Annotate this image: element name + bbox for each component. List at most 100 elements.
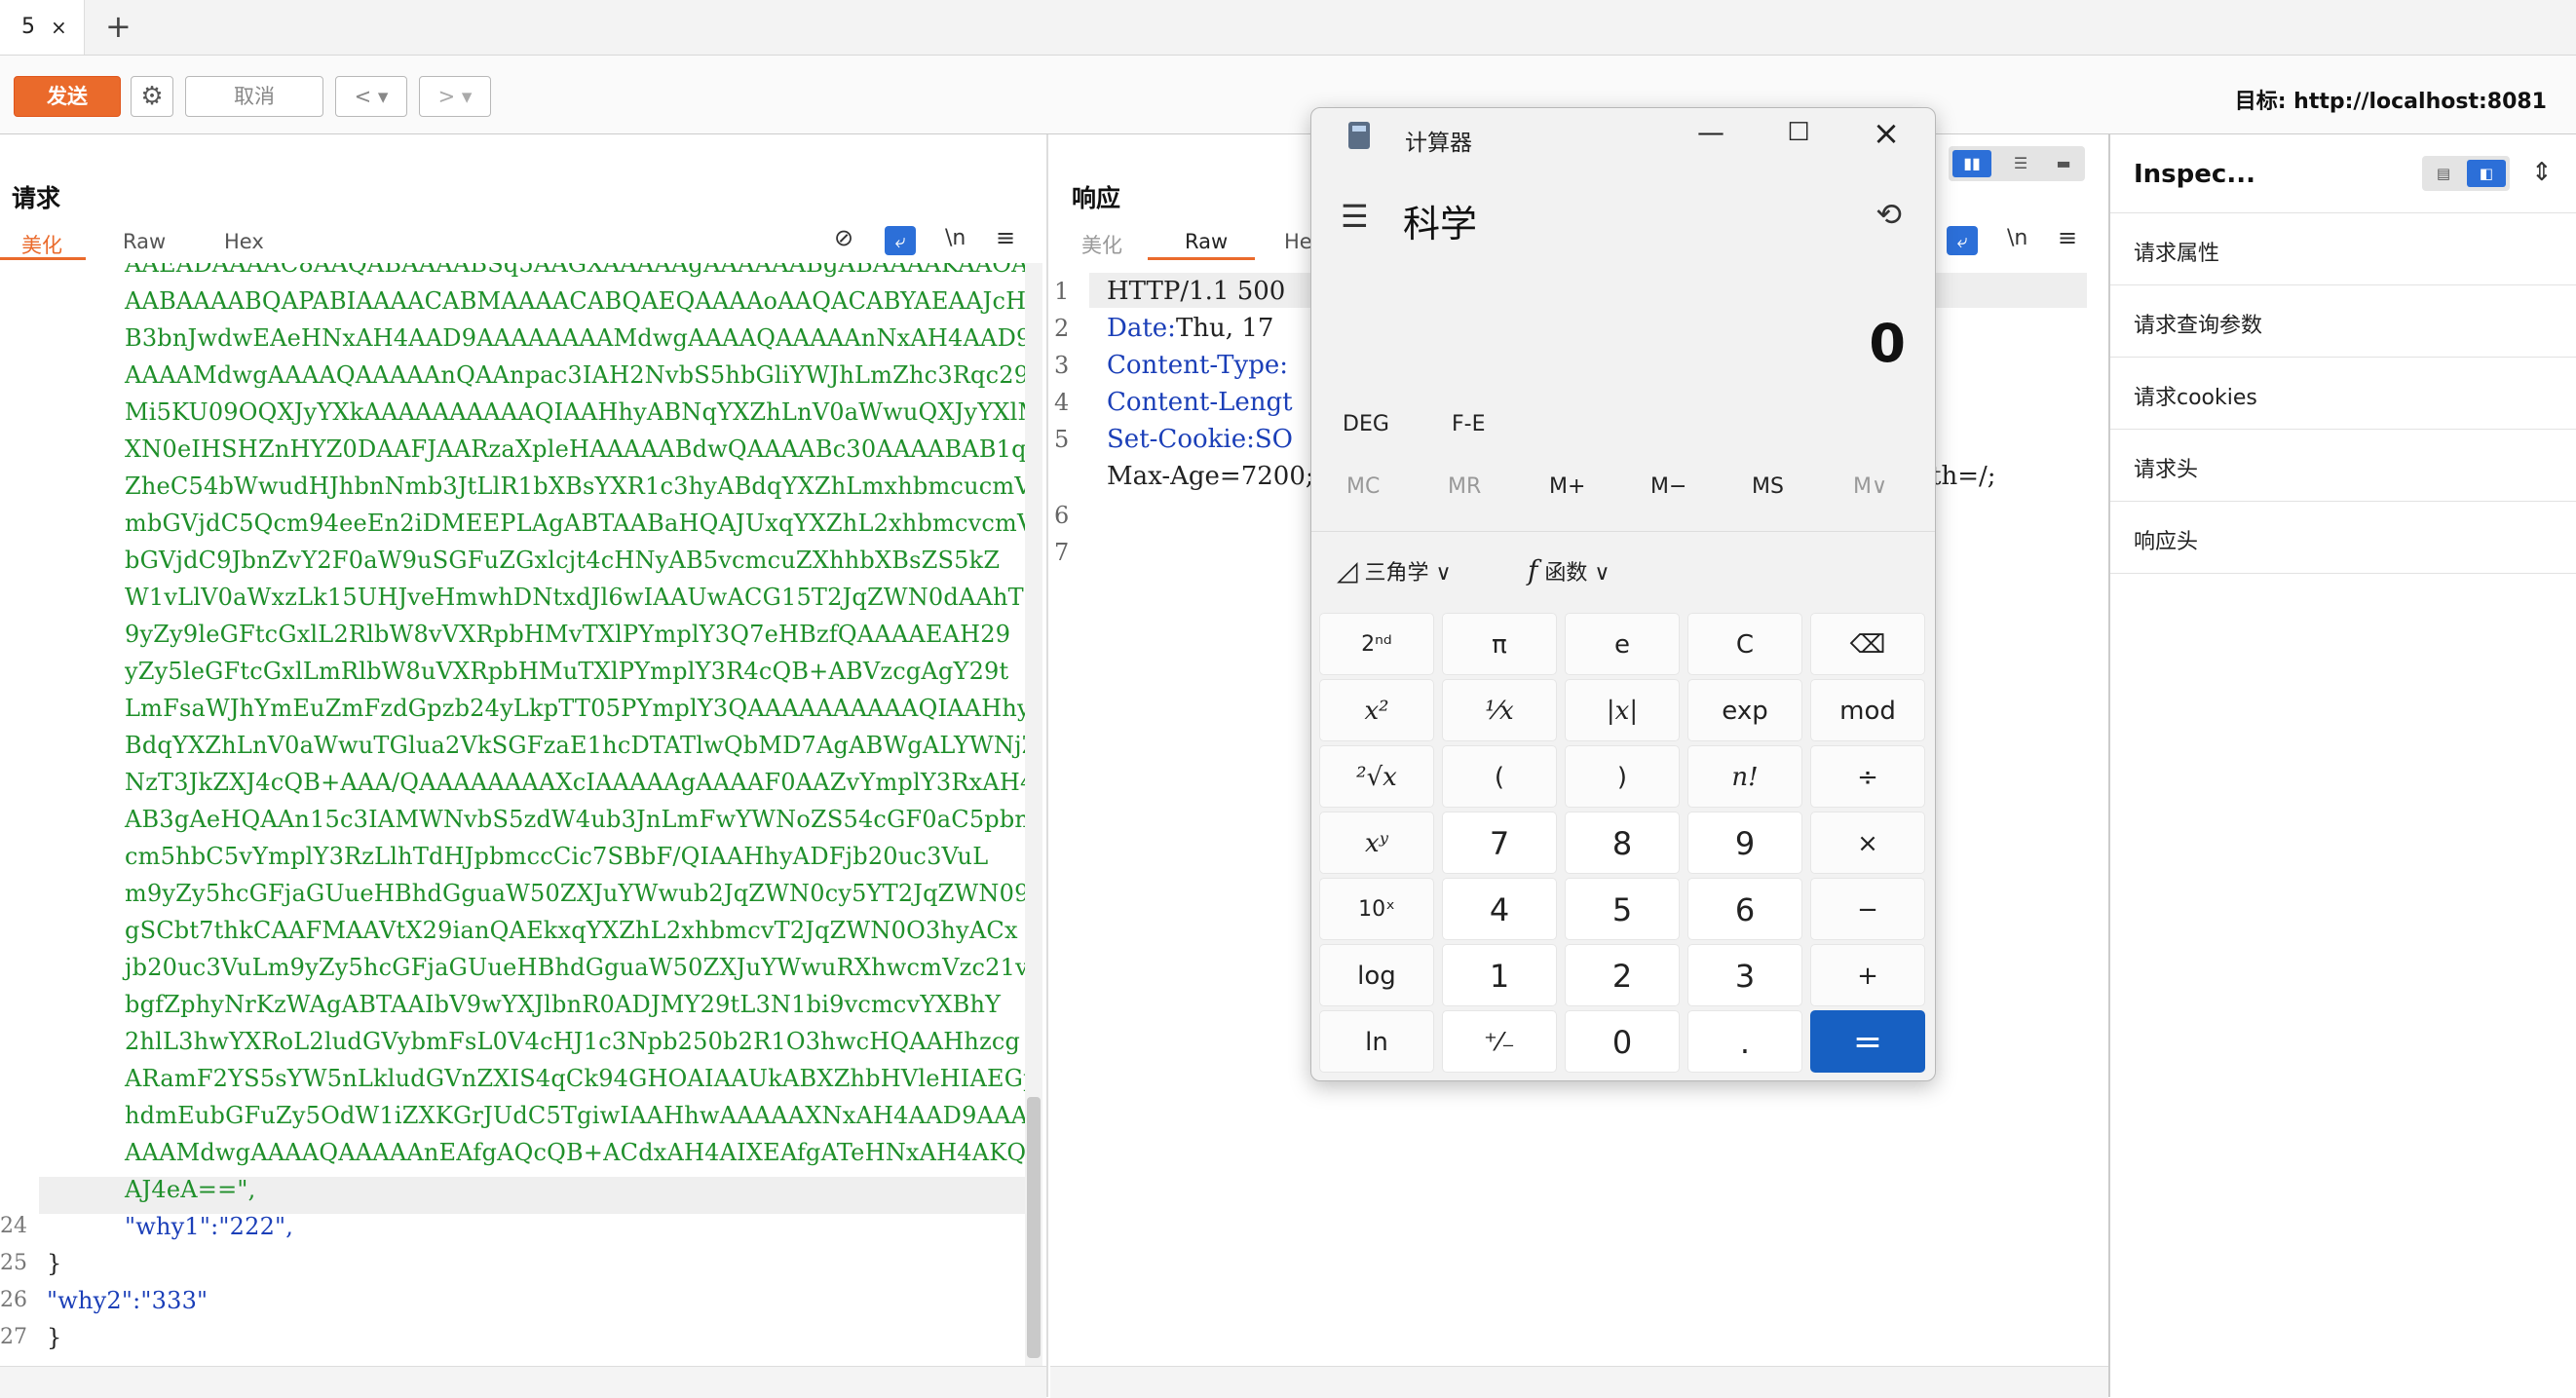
separator — [2110, 212, 2576, 213]
menu-icon[interactable]: ☰ — [1341, 198, 1369, 235]
key-7[interactable]: 7 — [1442, 812, 1557, 874]
key-multiply[interactable]: × — [1810, 812, 1925, 874]
layout-toggle[interactable]: ▮▮ ☰ ▬ — [1949, 146, 2085, 181]
code-line: BdqYXZhLnV0aWwuTGlua2VkSGFzaE1hcDTATlwQb… — [125, 732, 1025, 759]
key-divide[interactable]: ÷ — [1810, 745, 1925, 808]
key-add[interactable]: + — [1810, 944, 1925, 1006]
tab-beautify[interactable]: 美化 — [21, 230, 62, 259]
response-search-bar[interactable] — [1050, 1366, 2108, 1398]
request-editor[interactable]: AAEADAAAAC8AAQABAAAABSq5AAGXAAAAAgAAAAAA… — [0, 263, 1025, 1358]
memory-list-button[interactable]: M∨ — [1853, 474, 1887, 499]
hide-icon[interactable]: ⊘ — [834, 224, 853, 251]
key-0[interactable]: 0 — [1565, 1010, 1680, 1073]
close-icon[interactable]: × — [51, 0, 67, 55]
tab-5[interactable]: 5 × — [0, 0, 85, 55]
key-4[interactable]: 4 — [1442, 878, 1557, 940]
m-minus-button[interactable]: M− — [1650, 474, 1686, 499]
stack-view-icon[interactable]: ☰ — [2003, 150, 2038, 177]
key-close-paren[interactable]: ) — [1565, 745, 1680, 808]
inspector-layout-toggle[interactable]: ▤ ◧ — [2422, 156, 2510, 191]
list-view-icon[interactable]: ▤ — [2426, 160, 2461, 187]
key-negate[interactable]: ⁺⁄₋ — [1442, 1010, 1557, 1073]
key-2nd[interactable]: 2ⁿᵈ — [1319, 613, 1434, 675]
history-icon[interactable]: ⟲ — [1875, 196, 1902, 233]
forward-button[interactable]: > ▾ — [419, 76, 491, 117]
request-search-bar[interactable] — [0, 1366, 1046, 1398]
key-factorial[interactable]: n! — [1687, 745, 1802, 808]
send-button[interactable]: 发送 — [14, 76, 121, 117]
key-5[interactable]: 5 — [1565, 878, 1680, 940]
key-decimal[interactable]: . — [1687, 1010, 1802, 1073]
function-dropdown[interactable]: f 函数 ∨ — [1528, 554, 1610, 586]
key-ten-power[interactable]: 10ˣ — [1319, 878, 1434, 940]
inspector-item-cookies[interactable]: 请求cookies — [2134, 380, 2257, 411]
menu-icon[interactable]: ≡ — [996, 224, 1015, 251]
key-reciprocal[interactable]: ¹⁄x — [1442, 679, 1557, 741]
backspace-icon[interactable]: ⌫ — [1810, 613, 1925, 675]
key-clear[interactable]: C — [1687, 613, 1802, 675]
target-label: 目标: http://localhost:8081 — [2234, 90, 2547, 114]
inspector-item-request-attributes[interactable]: 请求属性 — [2134, 236, 2219, 267]
gear-icon[interactable]: ⚙ — [131, 76, 173, 117]
collapse-icon[interactable]: ⇕ — [2531, 158, 2553, 187]
single-view-icon[interactable]: ▬ — [2046, 150, 2081, 177]
tab-strip — [0, 0, 2576, 56]
trig-dropdown[interactable]: ◿ 三角学 ∨ — [1337, 554, 1452, 586]
deg-button[interactable]: DEG — [1343, 412, 1389, 436]
newline-icon[interactable]: \n — [945, 226, 966, 250]
key-2[interactable]: 2 — [1565, 944, 1680, 1006]
key-6[interactable]: 6 — [1687, 878, 1802, 940]
mr-button[interactable]: MR — [1448, 474, 1481, 499]
tab-beautify[interactable]: 美化 — [1081, 230, 1122, 259]
cancel-button[interactable]: 取消 — [185, 76, 323, 117]
mc-button[interactable]: MC — [1346, 474, 1380, 499]
key-ln[interactable]: ln — [1319, 1010, 1434, 1073]
key-3[interactable]: 3 — [1687, 944, 1802, 1006]
wrap-icon[interactable]: ⤶ — [885, 226, 916, 255]
newline-icon[interactable]: \n — [2007, 226, 2027, 250]
key-sqrt[interactable]: ²√x — [1319, 745, 1434, 808]
key-square[interactable]: x² — [1319, 679, 1434, 741]
maximize-icon[interactable]: ☐ — [1769, 118, 1828, 147]
key-e[interactable]: e — [1565, 613, 1680, 675]
code-line: yZy5leGFtcGxlLmRlbW8uVXRpbHMuTXlPYmplY3R… — [125, 658, 1009, 685]
key-1[interactable]: 1 — [1442, 944, 1557, 1006]
m-plus-button[interactable]: M+ — [1549, 474, 1585, 499]
inspector-item-query-params[interactable]: 请求查询参数 — [2134, 308, 2262, 339]
add-tab-button[interactable]: + — [105, 8, 132, 45]
key-abs[interactable]: |x| — [1565, 679, 1680, 741]
tab-raw[interactable]: Raw — [123, 230, 166, 253]
code-line: Set-Cookie:SO — [1107, 421, 1293, 458]
key-9[interactable]: 9 — [1687, 812, 1802, 874]
tab-raw[interactable]: Raw — [1185, 230, 1228, 253]
code-line: W1vLlV0aWxzLk15UHJveHmwhDNtxdJl6wIAAUwAC… — [125, 584, 1025, 611]
menu-icon[interactable]: ≡ — [2058, 224, 2077, 251]
code-line: NzT3JkZXJ4cQB+AAA/QAAAAAAAAXcIAAAAAgAAAA… — [125, 769, 1025, 796]
key-pi[interactable]: π — [1442, 613, 1557, 675]
scrollbar-thumb[interactable] — [1027, 1097, 1041, 1358]
inspector-item-response-headers[interactable]: 响应头 — [2134, 524, 2198, 555]
close-icon[interactable]: × — [1857, 114, 1915, 153]
key-log[interactable]: log — [1319, 944, 1434, 1006]
key-power[interactable]: xʸ — [1319, 812, 1434, 874]
key-open-paren[interactable]: ( — [1442, 745, 1557, 808]
tab-hex[interactable]: He — [1284, 230, 1312, 253]
panel-view-icon[interactable]: ◧ — [2467, 160, 2506, 187]
key-8[interactable]: 8 — [1565, 812, 1680, 874]
line-number: 27 — [0, 1325, 27, 1349]
key-exp[interactable]: exp — [1687, 679, 1802, 741]
split-view-icon[interactable]: ▮▮ — [1952, 150, 1991, 177]
inspector-item-request-headers[interactable]: 请求头 — [2134, 452, 2198, 483]
tab-hex[interactable]: Hex — [224, 230, 264, 253]
minimize-icon[interactable]: — — [1682, 116, 1740, 148]
key-subtract[interactable]: − — [1810, 878, 1925, 940]
fe-button[interactable]: F-E — [1452, 412, 1486, 436]
ms-button[interactable]: MS — [1752, 474, 1784, 499]
trig-icon: ◿ — [1337, 554, 1358, 586]
key-equals[interactable]: = — [1810, 1010, 1925, 1073]
line-number: 1 — [1054, 278, 1070, 305]
key-mod[interactable]: mod — [1810, 679, 1925, 741]
panel-divider[interactable] — [1046, 134, 1048, 1397]
back-button[interactable]: < ▾ — [335, 76, 407, 117]
wrap-icon[interactable]: ⤶ — [1947, 226, 1978, 255]
